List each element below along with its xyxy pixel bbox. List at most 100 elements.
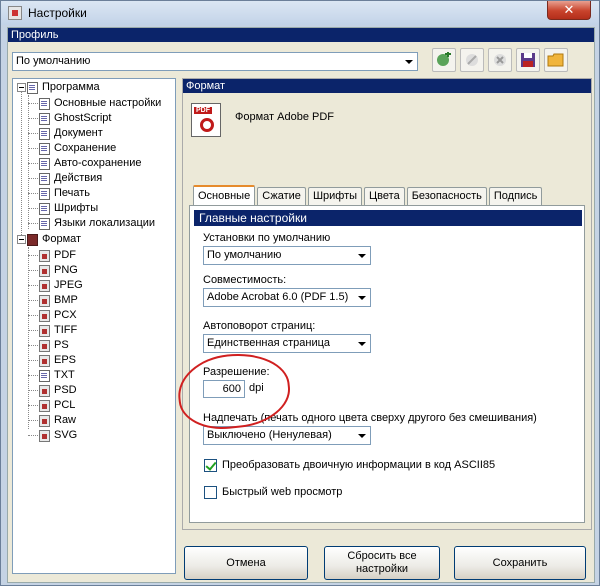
tree-item-label: EPS — [54, 354, 77, 366]
psd-file-icon — [39, 384, 50, 397]
ghostscript-icon — [39, 112, 50, 125]
tree-item-saving[interactable]: Сохранение — [39, 141, 116, 156]
tree-item-general-settings[interactable]: Основные настройки — [39, 96, 161, 111]
svg-file-icon — [39, 429, 50, 442]
open-folder-icon — [547, 53, 564, 67]
save-button[interactable]: Сохранить — [454, 546, 586, 580]
tab-security[interactable]: Безопасность — [406, 187, 487, 205]
tree-item-ghostscript[interactable]: GhostScript — [39, 111, 111, 126]
autorotate-label: Автоповорот страниц: — [203, 320, 316, 332]
tab-compression[interactable]: Сжатие — [257, 187, 306, 205]
tree-item-pdf[interactable]: PDF — [39, 248, 76, 263]
pcx-file-icon — [39, 309, 50, 322]
tree-item-format[interactable]: Формат — [27, 232, 81, 247]
language-icon — [39, 217, 50, 230]
tree-item-label: TIFF — [54, 324, 78, 336]
settings-window: Настройки ✕ Профиль По умолчанию Програм… — [0, 0, 600, 586]
tree-item-label: JPEG — [54, 279, 83, 291]
tree-item-autosave[interactable]: Авто-сохранение — [39, 156, 142, 171]
save-icon — [39, 142, 50, 155]
add-profile-button[interactable] — [432, 48, 456, 72]
autosave-icon — [39, 157, 50, 170]
tree-item-pcx[interactable]: PCX — [39, 308, 77, 323]
tree-item-label: Основные настройки — [54, 97, 162, 109]
tree-item-txt[interactable]: TXT — [39, 368, 75, 383]
defaults-label: Установки по умолчанию — [203, 232, 331, 244]
tree-item-eps[interactable]: EPS — [39, 353, 76, 368]
defaults-select-value: По умолчанию — [207, 249, 282, 261]
chevron-down-icon — [354, 336, 369, 351]
tree-item-label: GhostScript — [54, 112, 112, 124]
tree-item-raw[interactable]: Raw — [39, 413, 76, 428]
ascii85-checkbox[interactable] — [204, 459, 217, 472]
autorotate-select[interactable]: Единственная страница — [203, 334, 371, 353]
tree-item-label: PSD — [54, 384, 77, 396]
printer-icon — [39, 187, 50, 200]
settings-icon — [39, 97, 50, 110]
tree-item-languages[interactable]: Языки локализации — [39, 216, 155, 231]
compat-select-value: Adobe Acrobat 6.0 (PDF 1.5) — [207, 291, 349, 303]
cancel-button[interactable]: Отмена — [184, 546, 308, 580]
eps-file-icon — [39, 354, 50, 367]
collapse-format-icon[interactable] — [17, 235, 26, 244]
settings-tree: Программа Основные настройки GhostScript… — [12, 78, 176, 574]
program-icon — [27, 81, 38, 94]
format-panel: Формат PDF Формат Adobe PDF Основные Сжа… — [182, 78, 592, 530]
compat-select[interactable]: Adobe Acrobat 6.0 (PDF 1.5) — [203, 288, 371, 307]
tree-item-fonts[interactable]: Шрифты — [39, 201, 98, 216]
title-bar[interactable]: Настройки ✕ — [1, 1, 599, 25]
chevron-down-icon — [354, 290, 369, 305]
tab-general[interactable]: Основные — [193, 185, 256, 205]
autorotate-select-value: Единственная страница — [207, 337, 331, 349]
overprint-select-value: Выключено (Ненулевая) — [207, 429, 332, 441]
txt-file-icon — [39, 369, 50, 382]
tab-colors[interactable]: Цвета — [364, 187, 405, 205]
tree-item-png[interactable]: PNG — [39, 263, 78, 278]
open-folder-button[interactable] — [544, 48, 568, 72]
tree-item-document[interactable]: Документ — [39, 126, 103, 141]
tab-fonts[interactable]: Шрифты — [307, 187, 363, 205]
tree-item-label: Действия — [54, 172, 103, 184]
tree-item-print[interactable]: Печать — [39, 186, 90, 201]
cancel-button-label: Отмена — [226, 556, 266, 569]
format-tabs: Основные Сжатие Шрифты Цвета Безопасност… — [193, 185, 544, 205]
delete-profile-icon — [494, 54, 506, 66]
delete-profile-button[interactable] — [488, 48, 512, 72]
tree-item-label: PS — [54, 339, 69, 351]
tab-signature[interactable]: Подпись — [488, 187, 543, 205]
format-folder-icon — [27, 233, 38, 246]
tree-item-svg[interactable]: SVG — [39, 428, 77, 443]
save-profile-icon — [521, 53, 535, 67]
tree-item-label: Языки локализации — [54, 217, 156, 229]
tree-item-label: PDF — [54, 249, 76, 261]
format-info: PDF Формат Adobe PDF — [183, 93, 591, 155]
fastweb-checkbox[interactable] — [204, 486, 217, 499]
chevron-down-icon — [354, 248, 369, 263]
collapse-program-icon[interactable] — [17, 83, 26, 92]
profile-select[interactable]: По умолчанию — [12, 52, 418, 71]
reset-all-button[interactable]: Сбросить все настройки — [324, 546, 440, 580]
tree-item-label: Печать — [54, 187, 91, 199]
pdf-file-icon — [39, 249, 50, 262]
tree-item-program[interactable]: Программа — [27, 80, 100, 95]
rename-profile-button[interactable] — [460, 48, 484, 72]
overprint-select[interactable]: Выключено (Ненулевая) — [203, 426, 371, 445]
tree-item-bmp[interactable]: BMP — [39, 293, 78, 308]
tree-item-actions[interactable]: Действия — [39, 171, 102, 186]
png-file-icon — [39, 264, 50, 277]
font-icon — [39, 202, 50, 215]
profile-header: Профиль — [8, 28, 594, 42]
tree-item-tiff[interactable]: TIFF — [39, 323, 77, 338]
tree-item-pcl[interactable]: PCL — [39, 398, 75, 413]
chevron-down-icon — [354, 428, 369, 443]
tiff-file-icon — [39, 324, 50, 337]
tree-item-jpeg[interactable]: JPEG — [39, 278, 83, 293]
tree-item-ps[interactable]: PS — [39, 338, 69, 353]
app-icon — [8, 6, 22, 20]
save-profile-button[interactable] — [516, 48, 540, 72]
defaults-select[interactable]: По умолчанию — [203, 246, 371, 265]
document-icon — [39, 127, 50, 140]
close-button[interactable]: ✕ — [547, 1, 591, 20]
tree-item-label: Формат — [42, 233, 82, 245]
tree-item-psd[interactable]: PSD — [39, 383, 77, 398]
